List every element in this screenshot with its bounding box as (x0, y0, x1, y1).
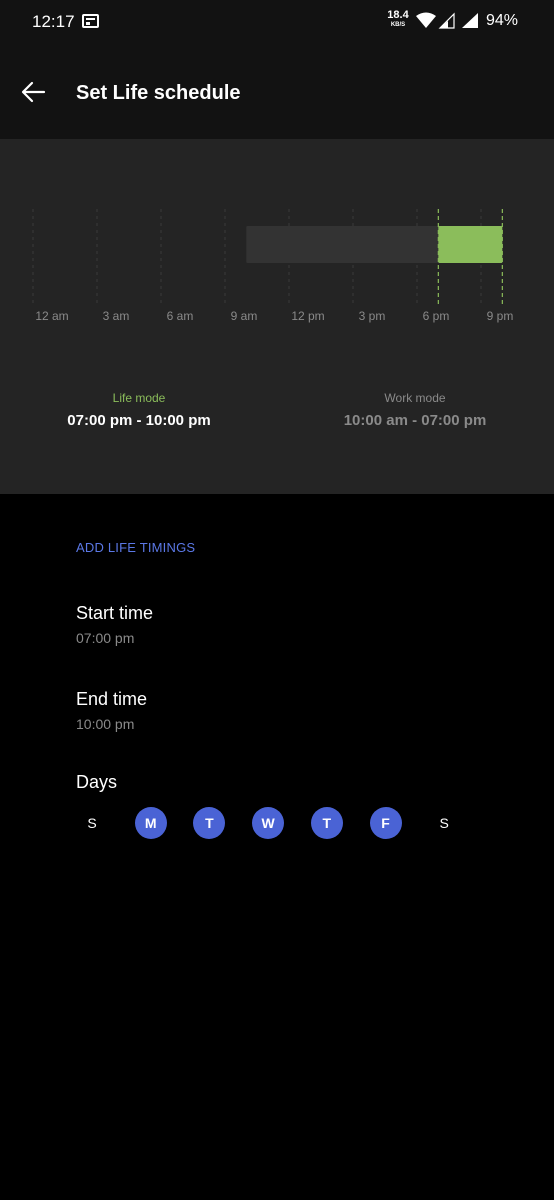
status-bar: 12:17 18.4 KB/S 94% (0, 0, 554, 44)
end-time-setting[interactable]: End time 10:00 pm (76, 689, 147, 732)
day-toggle-saturday[interactable]: S (428, 807, 460, 839)
day-toggle-tuesday[interactable]: T (193, 807, 226, 839)
add-life-timings-header: ADD LIFE TIMINGS (76, 540, 196, 555)
tick-label: 9 am (231, 309, 258, 323)
day-toggle-friday[interactable]: F (369, 807, 402, 839)
work-mode-range: 10:00 am - 07:00 pm (343, 412, 487, 429)
days-title: Days (76, 772, 118, 792)
back-button[interactable] (18, 76, 50, 108)
page-title: Set Life schedule (76, 82, 241, 104)
life-mode-label: Life mode (112, 391, 166, 405)
life-mode-range: 07:00 pm - 10:00 pm (67, 412, 211, 429)
signal-icon-1 (438, 12, 455, 29)
back-arrow-icon (21, 81, 46, 103)
schedule-timeline-chart: 12 am 3 am 6 am 9 am 12 pm 3 pm 6 pm 9 pm (32, 209, 514, 323)
network-speed-unit: KB/S (390, 22, 406, 28)
status-time: 12:17 (32, 12, 75, 31)
network-speed-value: 18.4 (387, 9, 409, 21)
work-mode-bar (246, 226, 439, 263)
life-mode-summary: Life mode 07:00 pm - 10:00 pm (24, 391, 254, 429)
start-time-setting[interactable]: Start time 07:00 pm (76, 603, 153, 646)
battery-level: 94% (486, 12, 519, 29)
end-time-title: End time (76, 689, 148, 709)
wifi-icon (416, 12, 436, 28)
tick-label: 9 pm (487, 309, 514, 323)
tick-label: 6 pm (423, 309, 450, 323)
day-toggle-sunday[interactable]: S (76, 807, 108, 839)
tick-label: 6 am (167, 309, 194, 323)
network-speed: 18.4 KB/S (386, 9, 410, 29)
start-time-value: 07:00 pm (76, 630, 135, 646)
status-icons (415, 12, 481, 35)
end-time-value: 10:00 pm (76, 716, 135, 732)
day-toggle-thursday[interactable]: T (310, 807, 343, 839)
tick-label: 3 am (103, 309, 130, 323)
app-bar: Set Life schedule (0, 44, 554, 139)
day-toggle-monday[interactable]: M (134, 807, 167, 839)
work-mode-label: Work mode (384, 391, 446, 405)
work-mode-summary: Work mode 10:00 am - 07:00 pm (300, 391, 530, 429)
day-toggle-wednesday[interactable]: W (252, 807, 285, 839)
tick-label: 12 am (35, 309, 68, 323)
tick-label: 12 pm (291, 309, 324, 323)
schedule-chart-panel: 12 am 3 am 6 am 9 am 12 pm 3 pm 6 pm 9 pm Life … (0, 139, 554, 494)
life-mode-bar (438, 226, 503, 263)
news-notification-icon (82, 14, 99, 28)
start-time-title: Start time (76, 603, 154, 623)
tick-label: 3 pm (359, 309, 386, 323)
signal-icon-2 (462, 13, 478, 28)
